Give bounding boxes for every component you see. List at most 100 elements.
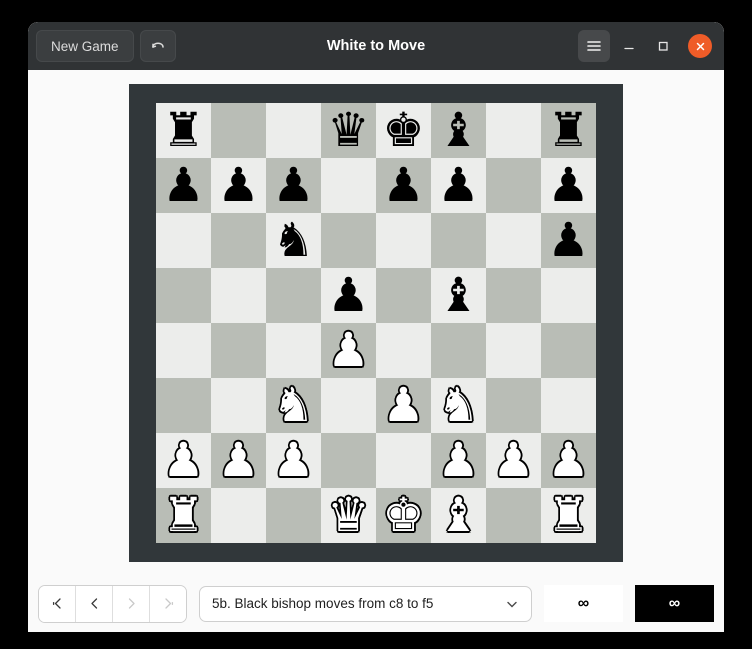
- white-pawn-icon[interactable]: ♟: [437, 436, 479, 483]
- board-square-c1[interactable]: [266, 487, 321, 543]
- black-pawn-icon[interactable]: ♟: [217, 161, 259, 208]
- hamburger-menu-icon[interactable]: [578, 30, 610, 62]
- board-square-e2[interactable]: [376, 432, 431, 488]
- white-pawn-icon[interactable]: ♟: [327, 326, 369, 373]
- board-square-b1[interactable]: [211, 487, 266, 543]
- board-square-g2[interactable]: ♟: [486, 432, 541, 488]
- board-square-c7[interactable]: ♟: [266, 157, 321, 213]
- board-square-h1[interactable]: ♜: [541, 487, 596, 543]
- board-square-e6[interactable]: [376, 212, 431, 268]
- board-square-b8[interactable]: [211, 102, 266, 158]
- black-clock-button[interactable]: ∞: [635, 585, 714, 622]
- maximize-button[interactable]: [648, 31, 678, 61]
- board-square-a5[interactable]: [156, 267, 211, 323]
- board-square-a3[interactable]: [156, 377, 211, 433]
- previous-move-button[interactable]: [76, 585, 113, 622]
- board-square-f5[interactable]: ♝: [431, 267, 486, 323]
- board-square-c3[interactable]: ♞: [266, 377, 321, 433]
- board-square-c2[interactable]: ♟: [266, 432, 321, 488]
- board-square-d4[interactable]: ♟: [321, 322, 376, 378]
- black-pawn-icon[interactable]: ♟: [382, 161, 424, 208]
- board-square-b6[interactable]: [211, 212, 266, 268]
- board-square-h6[interactable]: ♟: [541, 212, 596, 268]
- black-pawn-icon[interactable]: ♟: [547, 161, 589, 208]
- board-square-g5[interactable]: [486, 267, 541, 323]
- chessboard[interactable]: ♜ ♛ ♚ ♝ ♜ ♟ ♟ ♟ ♟ ♟ ♟ ♞ ♟ ♟ ♝ ♟ ♞ ♟ ♞ ♟ ♟ ♟ ♟ ♟ ♟ ♜ ♛ ♚ ♝ ♜: [156, 102, 596, 543]
- black-pawn-icon[interactable]: ♟: [327, 271, 369, 318]
- white-queen-icon[interactable]: ♛: [327, 491, 369, 538]
- white-rook-icon[interactable]: ♜: [547, 491, 589, 538]
- black-queen-icon[interactable]: ♛: [327, 106, 369, 153]
- board-square-a6[interactable]: [156, 212, 211, 268]
- white-pawn-icon[interactable]: ♟: [162, 436, 204, 483]
- board-square-a8[interactable]: ♜: [156, 102, 211, 158]
- board-square-a2[interactable]: ♟: [156, 432, 211, 488]
- board-square-d1[interactable]: ♛: [321, 487, 376, 543]
- board-square-c5[interactable]: [266, 267, 321, 323]
- black-pawn-icon[interactable]: ♟: [547, 216, 589, 263]
- board-square-d5[interactable]: ♟: [321, 267, 376, 323]
- first-move-button[interactable]: [39, 585, 76, 622]
- close-button[interactable]: [688, 34, 712, 58]
- board-square-h4[interactable]: [541, 322, 596, 378]
- black-bishop-icon[interactable]: ♝: [437, 271, 479, 318]
- white-king-icon[interactable]: ♚: [382, 491, 424, 538]
- board-square-b2[interactable]: ♟: [211, 432, 266, 488]
- board-square-e8[interactable]: ♚: [376, 102, 431, 158]
- board-square-g7[interactable]: [486, 157, 541, 213]
- board-square-h2[interactable]: ♟: [541, 432, 596, 488]
- white-pawn-icon[interactable]: ♟: [547, 436, 589, 483]
- board-square-b5[interactable]: [211, 267, 266, 323]
- white-knight-icon[interactable]: ♞: [437, 381, 479, 428]
- black-rook-icon[interactable]: ♜: [547, 106, 589, 153]
- white-pawn-icon[interactable]: ♟: [272, 436, 314, 483]
- board-square-e3[interactable]: ♟: [376, 377, 431, 433]
- board-square-a1[interactable]: ♜: [156, 487, 211, 543]
- board-square-e1[interactable]: ♚: [376, 487, 431, 543]
- board-square-b7[interactable]: ♟: [211, 157, 266, 213]
- board-square-d2[interactable]: [321, 432, 376, 488]
- new-game-button[interactable]: New Game: [36, 30, 134, 62]
- board-square-f6[interactable]: [431, 212, 486, 268]
- minimize-button[interactable]: [614, 31, 644, 61]
- board-square-c6[interactable]: ♞: [266, 212, 321, 268]
- black-pawn-icon[interactable]: ♟: [437, 161, 479, 208]
- board-square-d3[interactable]: [321, 377, 376, 433]
- board-square-a7[interactable]: ♟: [156, 157, 211, 213]
- board-square-g4[interactable]: [486, 322, 541, 378]
- board-square-h7[interactable]: ♟: [541, 157, 596, 213]
- board-square-e5[interactable]: [376, 267, 431, 323]
- black-pawn-icon[interactable]: ♟: [272, 161, 314, 208]
- board-square-f2[interactable]: ♟: [431, 432, 486, 488]
- board-square-h5[interactable]: [541, 267, 596, 323]
- white-rook-icon[interactable]: ♜: [162, 491, 204, 538]
- board-square-b4[interactable]: [211, 322, 266, 378]
- board-square-g1[interactable]: [486, 487, 541, 543]
- board-square-g8[interactable]: [486, 102, 541, 158]
- board-square-d7[interactable]: [321, 157, 376, 213]
- board-square-a4[interactable]: [156, 322, 211, 378]
- white-bishop-icon[interactable]: ♝: [437, 491, 479, 538]
- white-pawn-icon[interactable]: ♟: [492, 436, 534, 483]
- board-square-g6[interactable]: [486, 212, 541, 268]
- undo-button[interactable]: [139, 30, 176, 62]
- white-pawn-icon[interactable]: ♟: [382, 381, 424, 428]
- black-rook-icon[interactable]: ♜: [162, 106, 204, 153]
- board-square-f8[interactable]: ♝: [431, 102, 486, 158]
- black-knight-icon[interactable]: ♞: [272, 216, 314, 263]
- board-square-c8[interactable]: [266, 102, 321, 158]
- board-square-g3[interactable]: [486, 377, 541, 433]
- white-knight-icon[interactable]: ♞: [272, 381, 314, 428]
- board-square-h8[interactable]: ♜: [541, 102, 596, 158]
- white-clock-button[interactable]: ∞: [544, 585, 623, 622]
- board-square-c4[interactable]: [266, 322, 321, 378]
- move-history-select[interactable]: 5b. Black bishop moves from c8 to f5: [199, 585, 532, 622]
- black-bishop-icon[interactable]: ♝: [437, 106, 479, 153]
- board-square-f1[interactable]: ♝: [431, 487, 486, 543]
- black-king-icon[interactable]: ♚: [382, 106, 424, 153]
- board-square-f3[interactable]: ♞: [431, 377, 486, 433]
- board-square-d6[interactable]: [321, 212, 376, 268]
- board-square-f4[interactable]: [431, 322, 486, 378]
- board-square-e4[interactable]: [376, 322, 431, 378]
- black-pawn-icon[interactable]: ♟: [162, 161, 204, 208]
